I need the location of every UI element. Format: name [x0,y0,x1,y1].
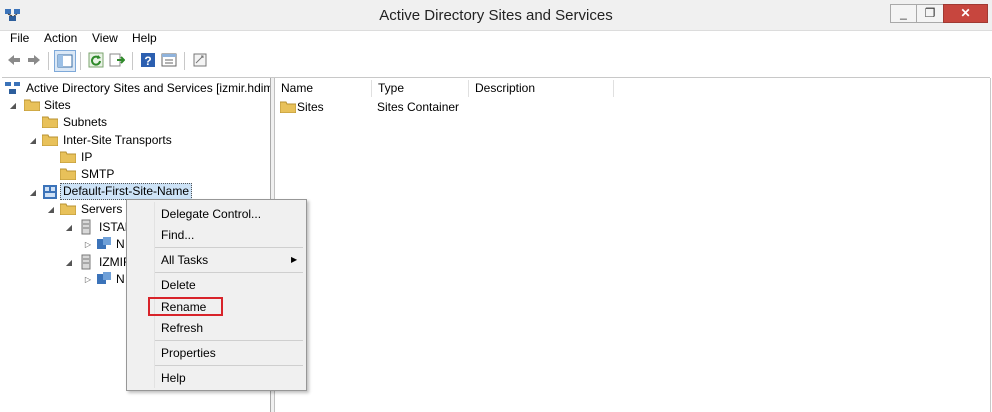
results-list[interactable]: Name Type Description Sites Sites Contai… [275,78,991,412]
rename-highlight-box [148,297,223,316]
menu-separator [155,340,303,341]
menu-item-all-tasks[interactable]: All Tasks [161,253,208,267]
collapse-icon[interactable]: ◢ [64,219,74,236]
server-icon [81,254,91,270]
tree-label-ntds-istan: N [116,237,125,251]
menu-help[interactable]: Help [132,31,157,45]
ntds-settings-icon [97,272,111,284]
forward-arrow-icon[interactable] [26,52,42,68]
menu-item-help[interactable]: Help [161,371,186,385]
menu-view[interactable]: View [92,31,118,45]
folder-icon [280,101,296,113]
menu-item-find[interactable]: Find... [161,228,194,242]
menu-gutter [154,202,155,388]
list-cell-type: Sites Container [377,100,460,114]
properties-icon[interactable] [161,52,177,68]
tree-label-ntds-izmir: N [116,272,125,286]
submenu-arrow-icon: ▶ [291,255,298,264]
folder-icon [42,116,58,128]
menu-file[interactable]: File [10,31,29,45]
export-list-icon[interactable] [109,52,125,68]
tree-label-root: Active Directory Sites and Services [izm… [26,81,271,95]
column-header-name[interactable]: Name [275,80,372,97]
menu-item-delete[interactable]: Delete [161,278,196,292]
tree-label-smtp: SMTP [81,167,115,181]
ad-sites-icon [5,82,20,94]
menu-action[interactable]: Action [44,31,77,45]
collapse-icon[interactable]: ◢ [46,201,56,218]
site-icon [43,185,57,199]
server-icon [81,219,91,235]
menu-separator [155,365,303,366]
refresh-icon[interactable] [88,52,104,68]
window-title: Active Directory Sites and Services [379,7,613,24]
collapse-icon[interactable]: ◢ [8,97,18,114]
title-bar: Active Directory Sites and Services _ ❐ … [0,0,992,31]
list-cell-name: Sites [297,100,324,114]
toolbar-separator [184,52,185,70]
menu-item-properties[interactable]: Properties [161,346,216,360]
collapse-icon[interactable]: ◢ [28,132,38,149]
folder-icon [60,168,76,180]
console-icon[interactable] [192,52,208,68]
help-icon[interactable]: ? [140,52,156,68]
toolbar-separator [48,52,49,70]
show-hide-console-tree-icon[interactable] [54,50,76,72]
menu-bar: File Action View Help [0,30,992,48]
collapse-icon[interactable]: ◢ [64,254,74,271]
context-menu: Delegate Control... Find... All Tasks ▶ … [126,199,307,391]
toolbar-separator [132,52,133,70]
toolbar: ? [0,48,992,74]
svg-text:?: ? [144,54,151,68]
ntds-settings-icon [97,237,111,249]
expand-icon[interactable]: ▷ [83,236,93,253]
menu-separator [155,272,303,273]
minimize-button[interactable]: _ [890,4,917,23]
tree-label-ip: IP [81,150,93,164]
collapse-icon[interactable]: ◢ [28,184,38,201]
expand-icon[interactable]: ▷ [83,271,93,288]
folder-icon [42,134,58,146]
close-button[interactable]: ✕ [943,4,988,23]
tree-label-subnets: Subnets [63,115,108,129]
toolbar-separator [80,52,81,70]
tree-label-servers: Servers [81,202,123,216]
tree-label-default-site: Default-First-Site-Name [60,183,193,200]
tree-label-sites: Sites [44,98,71,112]
folder-icon [60,151,76,163]
menu-item-delegate-control[interactable]: Delegate Control... [161,207,261,221]
tree-label-inter-site-transports: Inter-Site Transports [63,133,172,147]
back-arrow-icon[interactable] [6,52,22,68]
menu-item-refresh[interactable]: Refresh [161,321,203,335]
menu-separator [155,247,303,248]
maximize-button[interactable]: ❐ [916,4,944,23]
folder-icon [60,203,76,215]
column-header-type[interactable]: Type [372,80,469,97]
list-row[interactable]: Sites Sites Container [275,98,990,116]
column-header-description[interactable]: Description [469,80,614,97]
folder-icon [24,99,40,111]
